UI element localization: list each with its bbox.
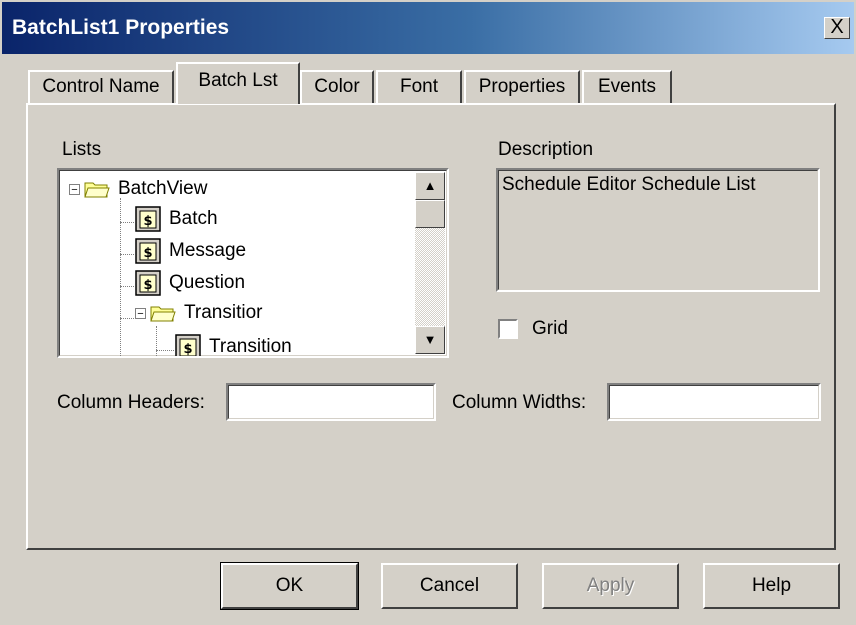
apply-button-label: Apply bbox=[586, 575, 635, 596]
scroll-down-button[interactable]: ▼ bbox=[415, 326, 445, 354]
tab-events[interactable]: Events bbox=[582, 70, 672, 104]
svg-text:$: $ bbox=[143, 214, 152, 229]
document-icon: $ bbox=[175, 334, 201, 357]
tab-label: Font bbox=[399, 76, 439, 97]
tree-item-label: BatchView bbox=[118, 178, 208, 199]
tab-control-name[interactable]: Control Name bbox=[28, 70, 174, 104]
description-text: Schedule Editor Schedule List bbox=[502, 174, 756, 195]
tab-properties[interactable]: Properties bbox=[464, 70, 580, 104]
title-bar[interactable]: BatchList1 Properties X bbox=[2, 2, 854, 54]
close-button[interactable]: X bbox=[824, 17, 850, 39]
tree-scrollbar[interactable]: ▲ ▼ bbox=[415, 172, 445, 354]
tree-item-label: Question bbox=[169, 272, 246, 293]
scroll-up-button[interactable]: ▲ bbox=[415, 172, 445, 200]
svg-text:$: $ bbox=[143, 246, 152, 261]
arrow-down-icon: ▼ bbox=[423, 332, 437, 347]
properties-dialog: BatchList1 Properties X Control Name Bat… bbox=[0, 0, 856, 625]
svg-text:$: $ bbox=[143, 278, 152, 293]
folder-open-icon bbox=[84, 182, 110, 198]
tab-label: Batch Lst bbox=[198, 70, 278, 91]
folder-open-icon bbox=[150, 306, 176, 322]
lists-label: Lists bbox=[62, 139, 102, 160]
tab-font[interactable]: Font bbox=[376, 70, 462, 104]
lists-tree[interactable]: − BatchView $ Batch $ Message $ Question… bbox=[57, 168, 449, 358]
tab-label: Properties bbox=[478, 76, 566, 97]
tab-batch-list[interactable]: Batch Lst bbox=[176, 62, 300, 104]
close-icon: X bbox=[830, 16, 844, 38]
document-icon: $ bbox=[135, 206, 161, 232]
tab-label: Control Name bbox=[42, 76, 160, 97]
column-headers-input[interactable] bbox=[226, 383, 436, 421]
collapse-icon[interactable]: − bbox=[69, 183, 80, 195]
scroll-thumb[interactable] bbox=[415, 200, 445, 228]
grid-checkbox[interactable] bbox=[498, 319, 518, 339]
cancel-button-label: Cancel bbox=[419, 575, 480, 596]
help-button[interactable]: Help bbox=[703, 563, 840, 609]
tab-label: Events bbox=[597, 76, 657, 97]
collapse-icon[interactable]: − bbox=[135, 307, 146, 319]
help-button-label: Help bbox=[751, 575, 792, 596]
arrow-up-icon: ▲ bbox=[423, 178, 437, 193]
tree-item-transition-folder[interactable]: − Transitior bbox=[135, 302, 262, 324]
tab-label: Color bbox=[314, 76, 360, 97]
tree-item-label: Message bbox=[169, 240, 247, 261]
tree-item-label: Transition bbox=[209, 336, 292, 357]
column-headers-label: Column Headers: bbox=[57, 392, 205, 413]
column-widths-label: Column Widths: bbox=[452, 392, 587, 413]
tree-item-message[interactable]: $ Message bbox=[135, 238, 246, 264]
tree-item-question[interactable]: $ Question bbox=[135, 270, 245, 296]
ok-button-label: OK bbox=[275, 575, 304, 596]
apply-button[interactable]: Apply bbox=[542, 563, 679, 609]
window-title: BatchList1 Properties bbox=[12, 16, 230, 39]
tree-item-batch[interactable]: $ Batch bbox=[135, 206, 218, 232]
description-box: Schedule Editor Schedule List bbox=[496, 168, 820, 292]
document-icon: $ bbox=[135, 270, 161, 296]
description-label: Description bbox=[498, 139, 594, 160]
svg-text:$: $ bbox=[183, 342, 192, 357]
document-icon: $ bbox=[135, 238, 161, 264]
cancel-button[interactable]: Cancel bbox=[381, 563, 518, 609]
column-widths-input[interactable] bbox=[607, 383, 821, 421]
tree-item-label: Batch bbox=[169, 208, 218, 229]
ok-button[interactable]: OK bbox=[220, 562, 359, 610]
tree-item-transition[interactable]: $ Transition bbox=[175, 334, 292, 357]
tree-item-batchview[interactable]: − BatchView bbox=[69, 178, 207, 200]
tab-color[interactable]: Color bbox=[300, 70, 374, 104]
grid-label[interactable]: Grid bbox=[532, 318, 568, 340]
tree-item-label: Transitior bbox=[184, 302, 263, 323]
